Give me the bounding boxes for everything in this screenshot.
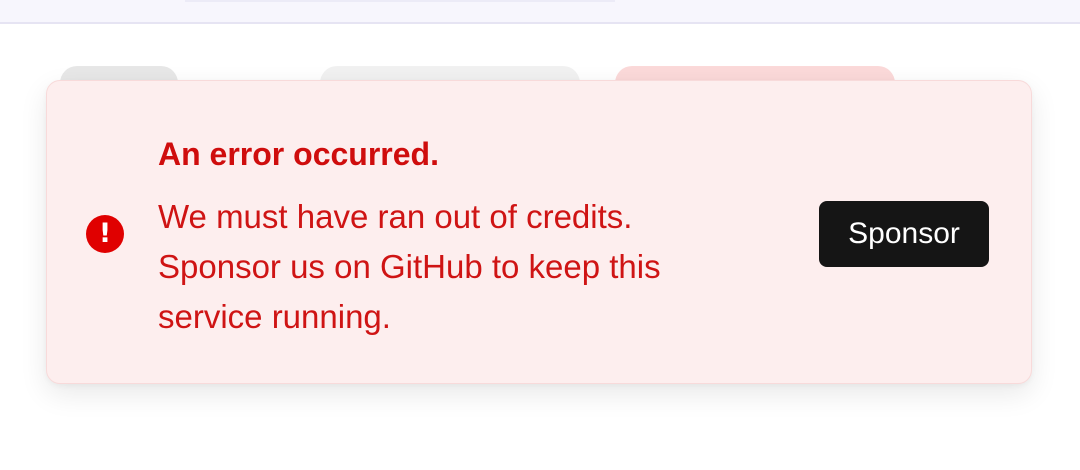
error-toast: ! An error occurred. We must have ran ou… [46, 80, 1032, 384]
toast-message: We must have ran out of credits. Sponsor… [158, 198, 661, 335]
toast-title: An error occurred. [158, 136, 439, 172]
app-page: ! An error occurred. We must have ran ou… [0, 0, 1080, 470]
sponsor-button[interactable]: Sponsor [819, 201, 989, 267]
exclamation-circle-icon: ! [86, 215, 124, 253]
top-navigation-strip [0, 0, 1080, 24]
